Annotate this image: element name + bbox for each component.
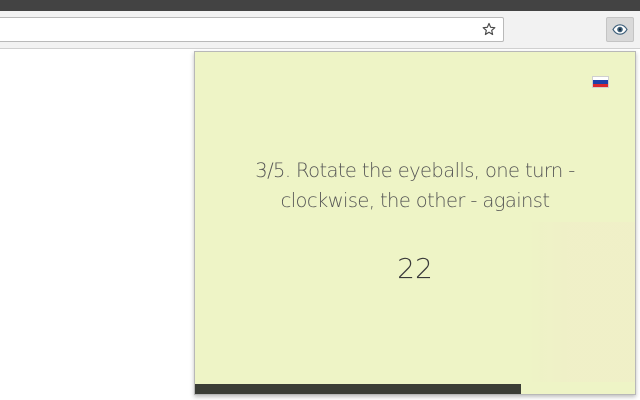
popup-background-shade — [525, 222, 635, 382]
address-bar[interactable] — [0, 17, 504, 42]
exercise-progress-fill — [195, 384, 521, 394]
bookmark-star-icon[interactable] — [480, 20, 498, 38]
exercise-progress-bar — [195, 384, 635, 394]
russian-flag-icon[interactable] — [592, 76, 609, 88]
exercise-counter: 22 — [397, 252, 433, 285]
eye-icon — [612, 20, 628, 39]
eye-extension-button[interactable] — [606, 17, 634, 42]
exercise-instruction: 3/5. Rotate the eyeballs, one turn - clo… — [255, 159, 575, 212]
browser-window-frame — [0, 0, 640, 11]
exercise-popup: 3/5. Rotate the eyeballs, one turn - clo… — [194, 51, 636, 395]
browser-toolbar — [0, 11, 640, 49]
